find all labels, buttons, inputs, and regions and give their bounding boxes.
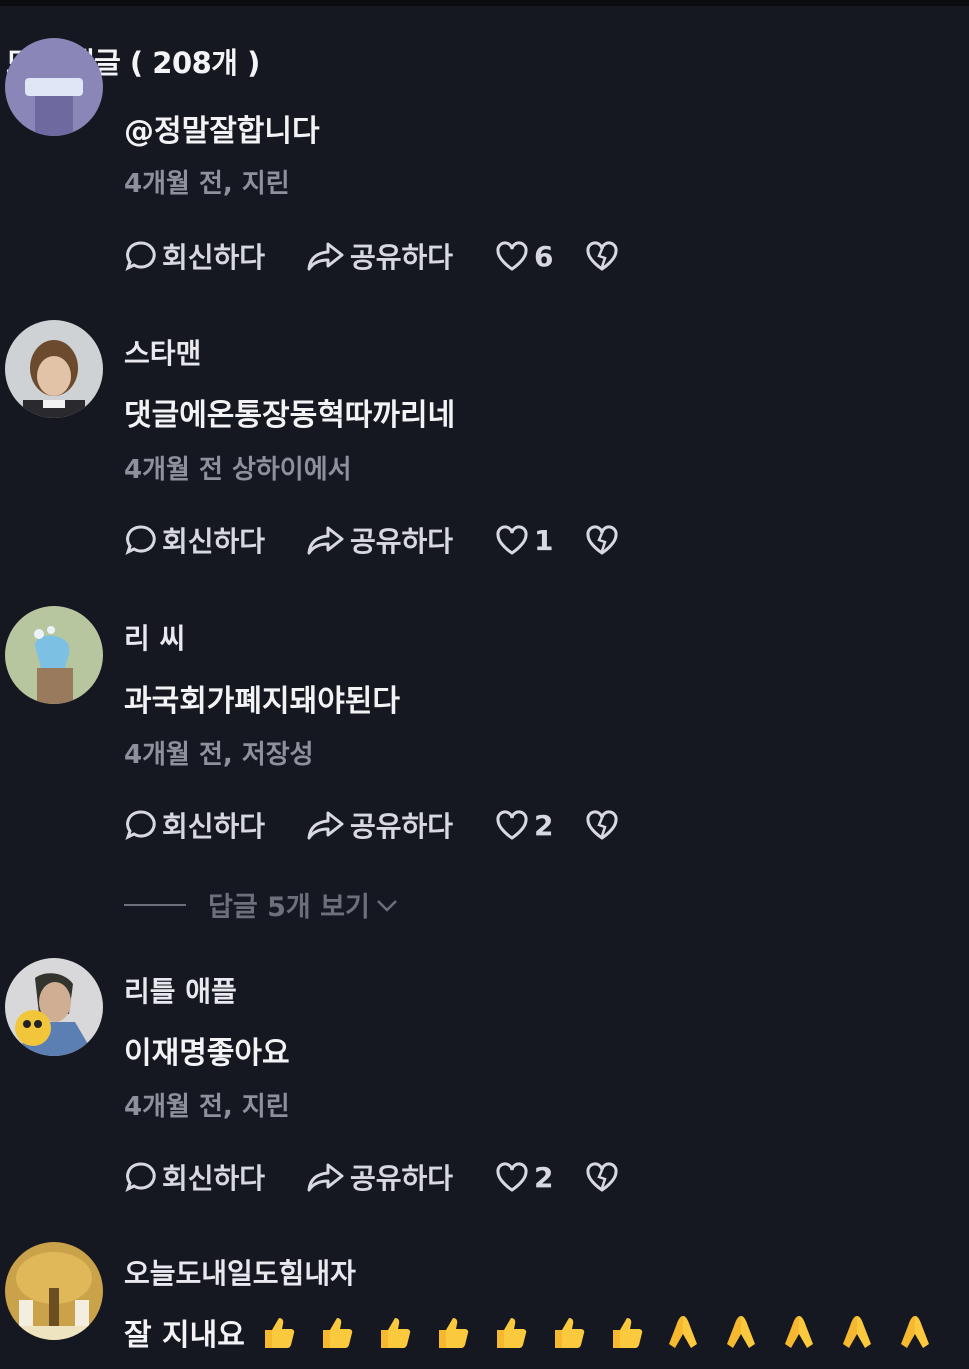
speech-bubble-icon xyxy=(125,525,156,555)
heart-icon xyxy=(496,810,528,840)
reply-label: 회신하다 xyxy=(162,1162,266,1195)
share-label: 공유하다 xyxy=(350,241,454,274)
avatar[interactable] xyxy=(5,1242,103,1340)
share-arrow-icon xyxy=(307,526,344,555)
share-arrow-icon xyxy=(307,242,344,271)
chevron-down-icon xyxy=(376,899,397,912)
username[interactable]: 리 씨 xyxy=(124,617,185,657)
comment-meta: 4개월 전, 지린 xyxy=(124,1092,290,1122)
like-button[interactable]: 6 xyxy=(494,239,584,273)
comment-text: 댓글에온통장동혁따까리네 xyxy=(124,398,456,433)
thumbs-up-icon xyxy=(380,1318,411,1348)
folded-hands-icon xyxy=(842,1316,871,1348)
folded-hands-icon xyxy=(668,1316,697,1348)
folded-hands-icon xyxy=(900,1316,929,1348)
share-label: 공유하다 xyxy=(350,1162,454,1195)
share-label: 공유하다 xyxy=(350,810,454,843)
folded-hands-icon xyxy=(726,1316,755,1348)
broken-heart-icon xyxy=(586,525,618,555)
broken-heart-icon xyxy=(586,1162,618,1192)
heart-icon xyxy=(496,1162,528,1192)
speech-bubble-icon xyxy=(125,241,156,271)
share-button[interactable]: 공유하다 xyxy=(306,520,494,560)
comment-meta: 4개월 전, 저장성 xyxy=(124,740,314,770)
reply-label: 회신하다 xyxy=(162,810,266,843)
reply-button[interactable]: 회신하다 xyxy=(124,805,306,845)
comment-actions: 회신하다 공유하다 6 xyxy=(124,236,620,276)
heart-icon xyxy=(496,241,528,271)
share-arrow-icon xyxy=(307,811,344,840)
status-strip xyxy=(0,0,969,6)
reply-button[interactable]: 회신하다 xyxy=(124,236,306,276)
like-button[interactable]: 2 xyxy=(494,808,584,842)
dislike-button[interactable] xyxy=(584,808,620,842)
view-replies-button[interactable]: 답글 5개 보기 xyxy=(124,885,400,924)
dislike-button[interactable] xyxy=(584,523,620,557)
share-button[interactable]: 공유하다 xyxy=(306,236,494,276)
reply-label: 회신하다 xyxy=(162,525,266,558)
comment-actions: 회신하다 공유하다 1 xyxy=(124,520,620,560)
reply-button[interactable]: 회신하다 xyxy=(124,520,306,560)
comment-text: @정말잘합니다 xyxy=(124,114,320,149)
thumbs-up-icon xyxy=(264,1318,295,1348)
emoji-row xyxy=(257,1312,935,1352)
like-count: 1 xyxy=(534,523,554,557)
avatar[interactable] xyxy=(5,606,103,704)
avatar[interactable] xyxy=(5,958,103,1056)
avatar[interactable] xyxy=(5,320,103,418)
speech-bubble-icon xyxy=(125,1162,156,1192)
share-arrow-icon xyxy=(307,1163,344,1192)
broken-heart-icon xyxy=(586,241,618,271)
comment-meta: 4개월 전 상하이에서 xyxy=(124,455,352,485)
thumbs-up-icon xyxy=(438,1318,469,1348)
comment-actions: 회신하다 공유하다 2 xyxy=(124,805,620,845)
comment-text-row: 잘 지내요 xyxy=(124,1310,935,1354)
view-replies-label: 답글 5개 보기 xyxy=(208,892,370,923)
thumbs-up-icon xyxy=(322,1318,353,1348)
broken-heart-icon xyxy=(586,810,618,840)
username[interactable]: 스타맨 xyxy=(124,332,201,372)
dislike-button[interactable] xyxy=(584,239,620,273)
comment-actions: 회신하다 공유하다 2 xyxy=(124,1157,620,1197)
username[interactable]: 오늘도내일도힘내자 xyxy=(124,1252,356,1292)
like-count: 2 xyxy=(534,808,554,842)
thumbs-up-icon xyxy=(554,1318,585,1348)
comment-text: 과국회가폐지돼야된다 xyxy=(124,684,400,719)
share-button[interactable]: 공유하다 xyxy=(306,805,494,845)
avatar[interactable] xyxy=(5,38,103,136)
like-button[interactable]: 2 xyxy=(494,1160,584,1194)
reply-button[interactable]: 회신하다 xyxy=(124,1157,306,1197)
heart-icon xyxy=(496,525,528,555)
comment-text: 이재명좋아요 xyxy=(124,1036,290,1071)
thumbs-up-icon xyxy=(612,1318,643,1348)
share-button[interactable]: 공유하다 xyxy=(306,1157,494,1197)
like-button[interactable]: 1 xyxy=(494,523,584,557)
dislike-button[interactable] xyxy=(584,1160,620,1194)
comment-meta: 4개월 전, 지린 xyxy=(124,169,290,199)
like-count: 6 xyxy=(534,239,554,273)
folded-hands-icon xyxy=(784,1316,813,1348)
thumbs-up-icon xyxy=(496,1318,527,1348)
comment-text: 잘 지내요 xyxy=(124,1318,245,1353)
like-count: 2 xyxy=(534,1160,554,1194)
divider xyxy=(124,903,186,906)
speech-bubble-icon xyxy=(125,810,156,840)
share-label: 공유하다 xyxy=(350,525,454,558)
reply-label: 회신하다 xyxy=(162,241,266,274)
username[interactable]: 리틀 애플 xyxy=(124,970,237,1010)
